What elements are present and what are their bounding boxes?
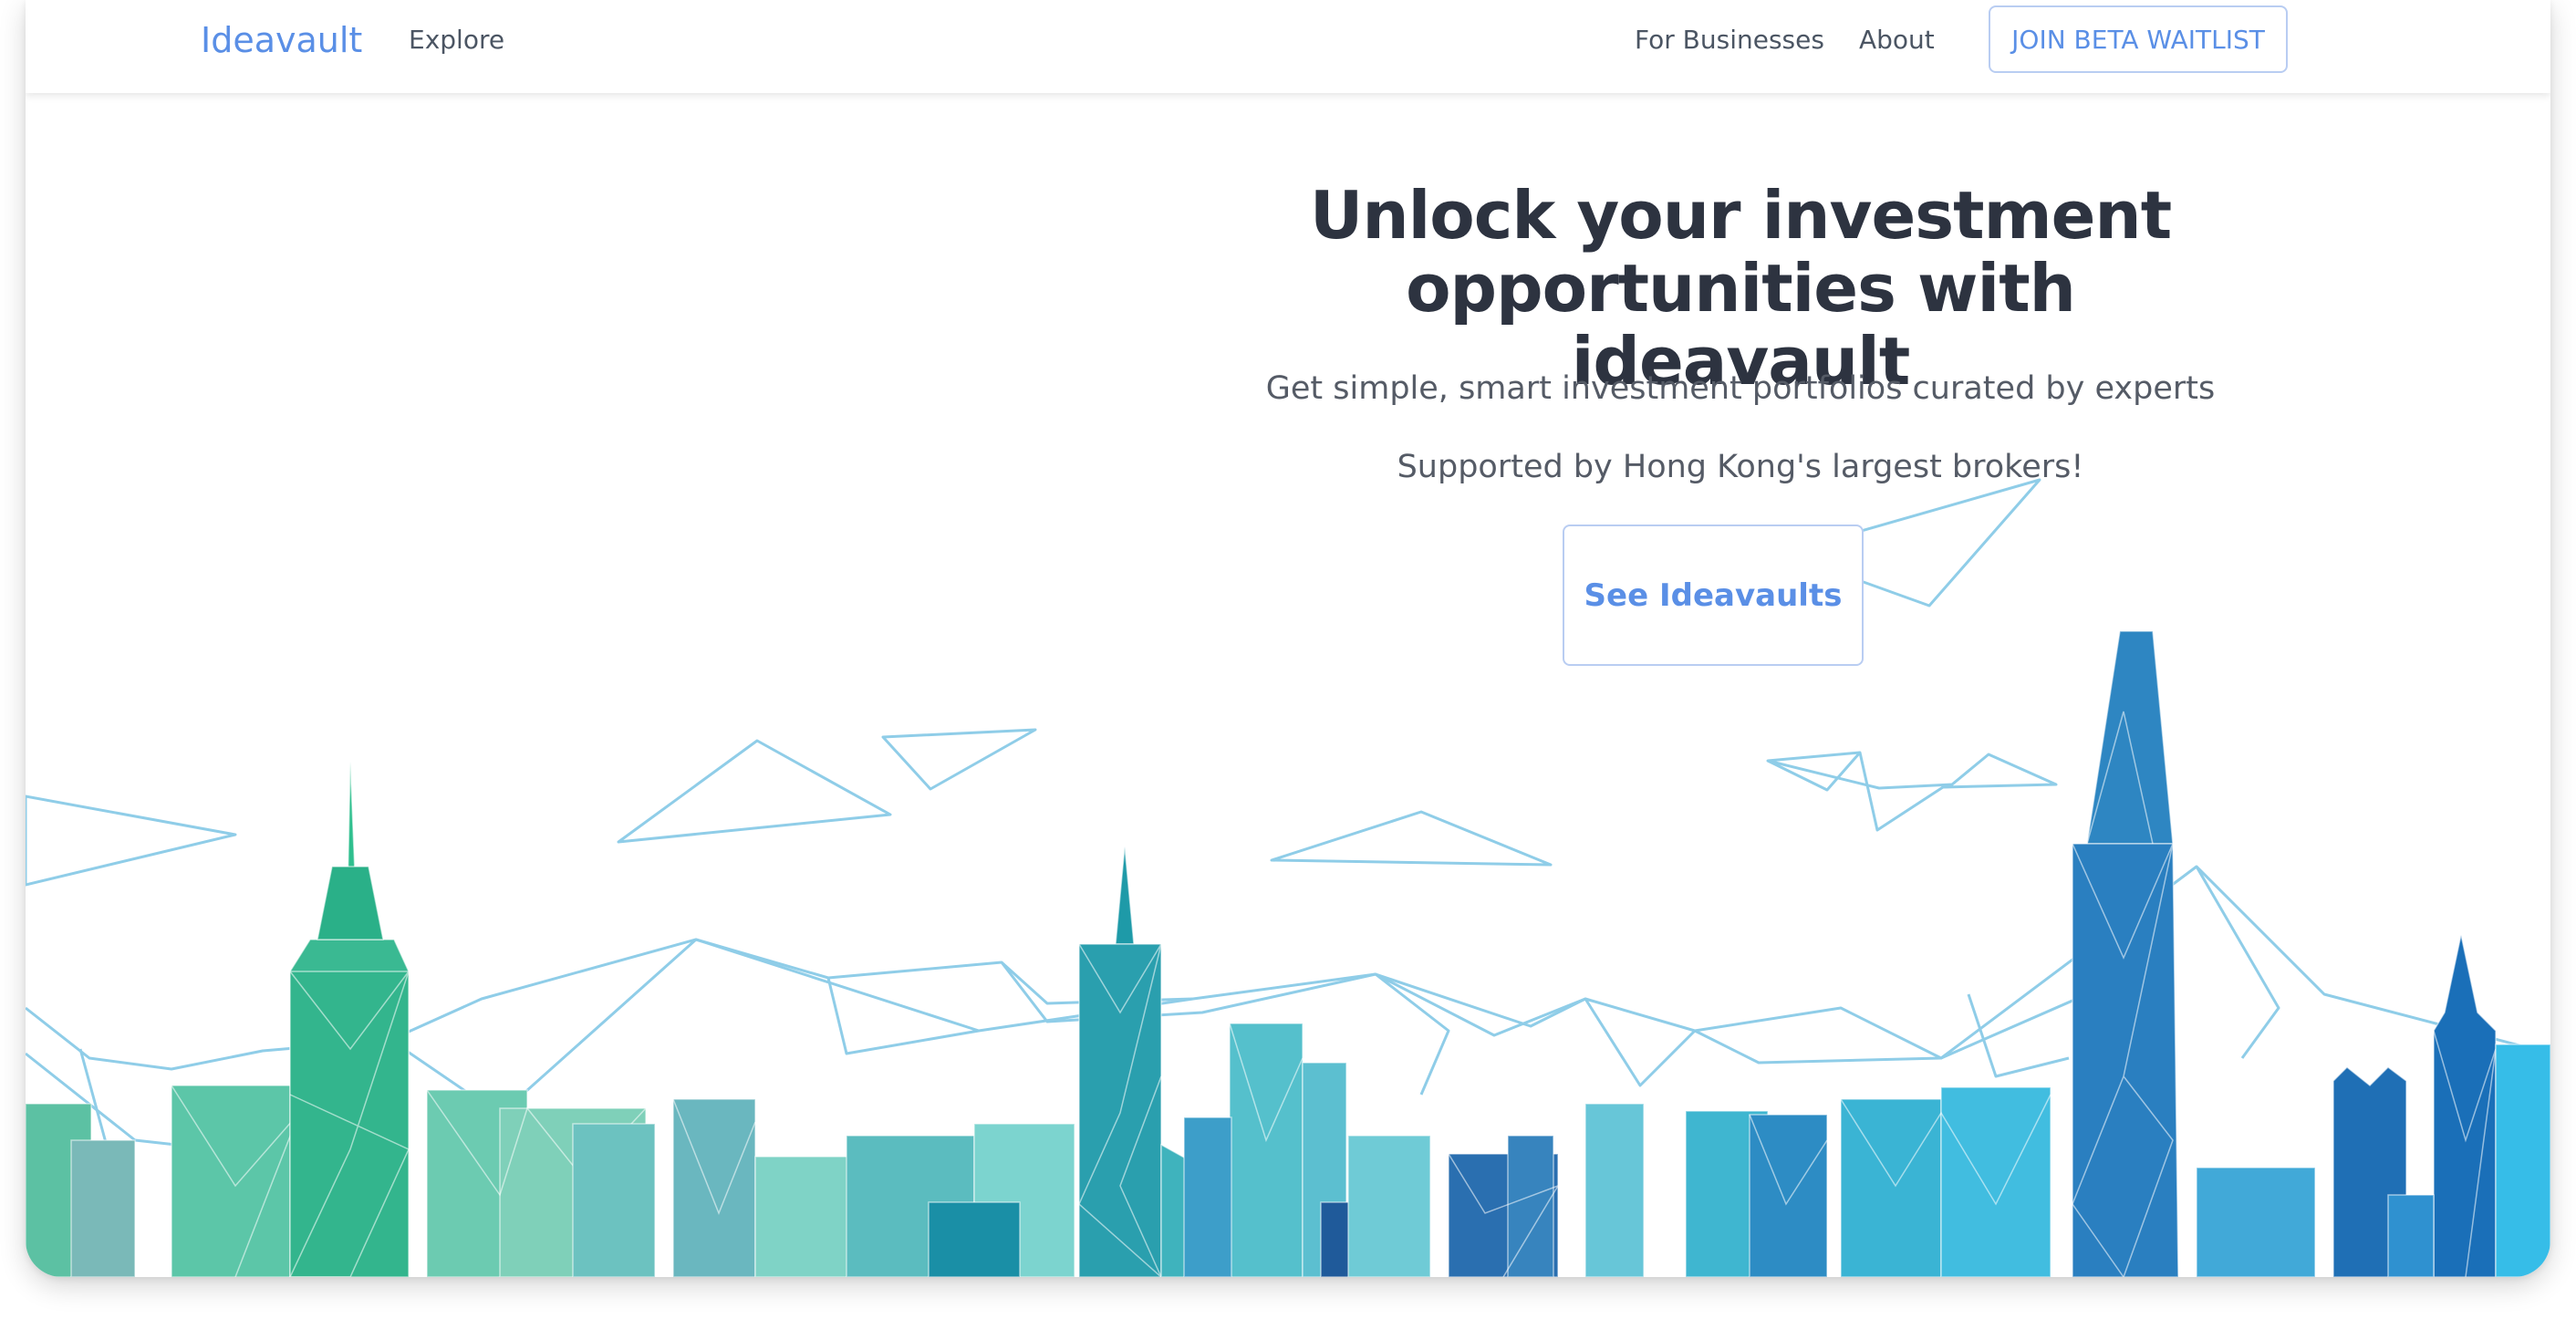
hero-support-text: Supported by Hong Kong's largest brokers… — [1397, 449, 2084, 485]
join-beta-waitlist-button[interactable]: JOIN BETA WAITLIST — [1989, 5, 2288, 73]
page-card: Ideavault Explore For Businesses About J… — [26, 0, 2550, 1277]
hero-subtitle: Get simple, smart investment portfolios … — [1265, 370, 2216, 407]
top-navbar: Ideavault Explore For Businesses About J… — [26, 0, 2550, 93]
see-ideavaults-button[interactable]: See Ideavaults — [1563, 524, 1864, 666]
hero-title: Unlock your investment opportunities wit… — [1309, 177, 2172, 400]
nav-explore-link[interactable]: Explore — [409, 24, 504, 57]
nav-about-link[interactable]: About — [1859, 24, 1935, 57]
brand-logo[interactable]: Ideavault — [201, 18, 362, 62]
nav-for-businesses-link[interactable]: For Businesses — [1635, 24, 1824, 57]
